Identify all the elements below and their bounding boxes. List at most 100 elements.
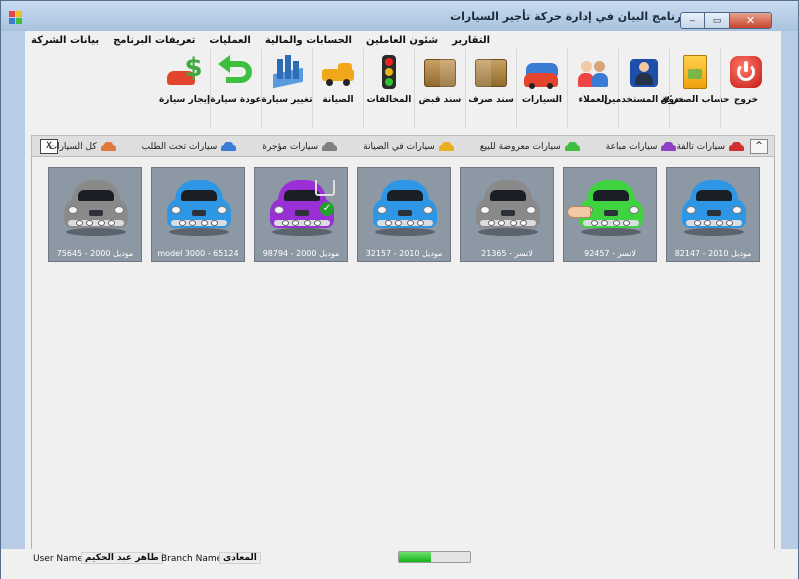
filter-damaged[interactable]: سيارات تالفة <box>676 142 744 152</box>
filter-list: كل السيارات سيارات تحت الطلب سيارات مؤجر… <box>23 136 744 158</box>
client-area: بيانات الشركة تعريفات البرنامج العمليات … <box>25 31 781 579</box>
traffic-light-icon <box>371 55 407 89</box>
car-caption: موديل 2010 - 82147 <box>674 249 752 258</box>
car-swap-icon <box>269 55 305 89</box>
return-car-label: عودة سيارة <box>210 95 262 105</box>
rent-car-label: إيجار سيارة <box>158 95 211 105</box>
maintenance-button[interactable]: الصيانة <box>312 49 363 129</box>
menu-employees[interactable]: شئون العاملين <box>360 35 446 46</box>
car-icon <box>371 176 439 238</box>
car-icon <box>474 176 542 238</box>
rent-car-button[interactable]: $ إيجار سيارة <box>159 49 210 129</box>
filter-on-demand[interactable]: سيارات تحت الطلب <box>142 142 237 152</box>
cashbox-icon <box>677 55 713 89</box>
collapse-panel-button[interactable]: ^ <box>750 139 768 154</box>
tow-truck-icon <box>320 55 356 89</box>
cars-grid: موديل 2010 - 82147 لانسر - 92457 لانسر -… <box>31 157 775 557</box>
payment-voucher-icon <box>473 55 509 89</box>
exit-button[interactable]: خروج <box>720 49 771 129</box>
cashbox-button[interactable]: حساب الصندوق <box>660 49 730 129</box>
user-activity-button[interactable]: حركة المستخدمين <box>604 49 684 129</box>
car-icon <box>322 142 338 152</box>
car-icon <box>661 142 677 152</box>
filter-for-sale[interactable]: سيارات معروضة للبيع <box>480 142 580 152</box>
maintenance-label: الصيانة <box>322 95 354 105</box>
filter-label: كل السيارات <box>48 142 97 152</box>
filter-label: سيارات تحت الطلب <box>141 142 218 152</box>
menu-reports[interactable]: التقارير <box>446 35 498 46</box>
maximize-button[interactable]: ▭ <box>705 12 730 29</box>
receipt-voucher-button[interactable]: سند قبض <box>414 49 465 129</box>
rent-car-icon: $ <box>166 55 203 89</box>
return-arrow-icon <box>218 55 254 89</box>
violations-button[interactable]: المخالفات <box>363 49 414 129</box>
payment-voucher-label: سند صرف <box>468 95 514 105</box>
branch-name-label: Branch Name: <box>161 554 226 564</box>
menu-accounts-finance[interactable]: الحسابات والمالية <box>259 35 360 46</box>
power-icon <box>728 55 764 89</box>
branch-name-value: المعادى <box>219 552 261 564</box>
change-car-label: تغيير سيارة <box>261 95 313 105</box>
car-icon <box>62 176 130 238</box>
car-card[interactable]: model 3000 - 65124 <box>151 167 245 262</box>
exit-label: خروج <box>733 95 759 105</box>
car-card[interactable]: لانسر - 21365 <box>460 167 554 262</box>
car-icon <box>165 176 233 238</box>
car-cards: موديل 2010 - 82147 لانسر - 92457 لانسر -… <box>39 167 760 262</box>
filter-maintenance[interactable]: سيارات في الصيانة <box>363 142 454 152</box>
filter-label: سيارات مباعة <box>605 142 658 152</box>
car-caption: لانسر - 92457 <box>584 249 636 258</box>
toolbar: خروج حساب الصندوق حركة المستخدمين العملا… <box>25 49 781 131</box>
window-title: برنامج البيان في إدارة حركة تأجير السيار… <box>450 10 686 23</box>
car-caption: موديل 2000 - 98794 <box>262 249 340 258</box>
receipt-voucher-icon <box>422 55 458 89</box>
car-caption: موديل 2000 - 75645 <box>56 249 134 258</box>
car-icon <box>100 142 116 152</box>
filter-bar: X ^ كل السيارات سيارات تحت الطلب سيارات … <box>31 135 775 157</box>
hand-icon <box>567 206 591 218</box>
filter-label: سيارات تالفة <box>676 142 725 152</box>
car-icon <box>680 176 748 238</box>
cars-label: السيارات <box>522 95 562 105</box>
checkmark-icon: ✓ <box>320 202 334 216</box>
status-bar: User Name: طاهر عبد الحكيم Branch Name: … <box>1 549 798 579</box>
filter-label: سيارات معروضة للبيع <box>479 142 561 152</box>
payment-voucher-button[interactable]: سند صرف <box>465 49 516 129</box>
car-caption: model 3000 - 65124 <box>157 249 239 258</box>
progress-bar <box>398 551 471 563</box>
filter-all-cars[interactable]: كل السيارات <box>49 142 116 152</box>
car-card[interactable]: موديل 2000 - 75645 <box>48 167 142 262</box>
user-activity-icon <box>626 55 662 89</box>
filter-label: سيارات مؤجرة <box>262 142 319 152</box>
progress-fill <box>399 552 431 562</box>
customers-icon <box>575 55 611 89</box>
car-card[interactable]: موديل 2010 - 32157 <box>357 167 451 262</box>
filter-rented[interactable]: سيارات مؤجرة <box>262 142 338 152</box>
menu-operations[interactable]: العمليات <box>203 35 259 46</box>
car-caption: موديل 2010 - 32157 <box>365 249 443 258</box>
car-icon <box>221 142 237 152</box>
menu-program-definitions[interactable]: تعريفات البرنامج <box>107 35 203 46</box>
menu-company-data[interactable]: بيانات الشركة <box>25 35 107 46</box>
return-car-button[interactable]: عودة سيارة <box>210 49 262 129</box>
violations-label: المخالفات <box>366 95 412 105</box>
customers-button[interactable]: العملاء <box>567 49 618 129</box>
cars-button[interactable]: السيارات <box>516 49 567 129</box>
minimize-button[interactable]: ‒ <box>680 12 705 29</box>
car-icon <box>438 142 454 152</box>
car-card[interactable]: لانسر - 92457 <box>563 167 657 262</box>
user-name-label: User Name: <box>33 554 86 564</box>
change-car-button[interactable]: تغيير سيارة <box>261 49 312 129</box>
title-bar[interactable]: برنامج البيان في إدارة حركة تأجير السيار… <box>1 1 798 31</box>
car-icon <box>729 142 744 152</box>
filter-label: سيارات في الصيانة <box>363 142 435 152</box>
car-card[interactable]: ✓ موديل 2000 - 98794 <box>254 167 348 262</box>
filter-sold[interactable]: سيارات مباعة <box>606 142 677 152</box>
car-icon <box>564 142 580 152</box>
user-name-value: طاهر عبد الحكيم <box>81 552 163 564</box>
window-controls: ‒ ▭ ✕ <box>680 12 772 29</box>
car-card[interactable]: موديل 2010 - 82147 <box>666 167 760 262</box>
shopping-cart-icon <box>315 180 335 196</box>
receipt-voucher-label: سند قبض <box>418 95 462 105</box>
close-button[interactable]: ✕ <box>730 12 772 29</box>
